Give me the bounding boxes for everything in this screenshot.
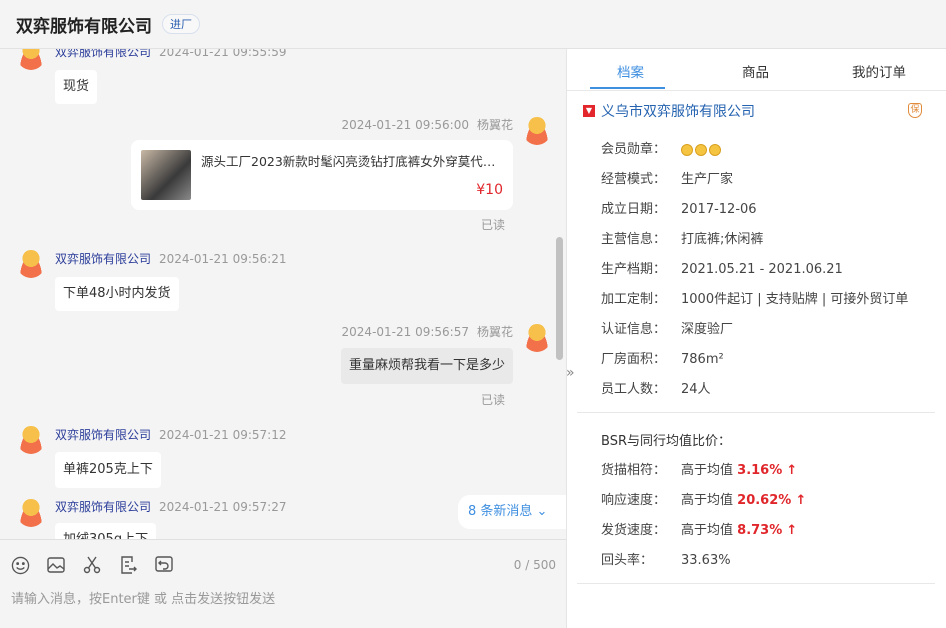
row-label: 生产档期： xyxy=(601,262,667,277)
product-thumbnail xyxy=(141,150,191,200)
message-bubble: 现货 xyxy=(55,70,98,104)
row-value: 打底裤;休闲裤 xyxy=(681,232,764,247)
company-link[interactable]: ▼ 义乌市双弈服饰有限公司 xyxy=(583,101,755,121)
message-bubble: 下单48小时内发货 xyxy=(55,277,179,311)
row-value: 2017-12-06 xyxy=(681,202,757,217)
bsr-value: 8.73% xyxy=(737,523,783,538)
message-meta: 2024-01-21 09:56:00 杨翼花 xyxy=(341,118,513,132)
row-value: 高于均值 xyxy=(681,493,734,508)
message-meta: 2024-01-21 09:56:57 杨翼花 xyxy=(341,325,513,339)
message-input[interactable]: 请输入消息，按Enter键 或 点击发送按钮发送 xyxy=(11,588,275,607)
chevron-down-icon: ⌄ xyxy=(536,504,548,519)
row-label: 响应速度： xyxy=(601,493,667,508)
factory-badge[interactable]: 进厂 xyxy=(162,14,200,34)
row-label: 货描相符： xyxy=(601,463,667,478)
row-value: 33.63% xyxy=(681,553,731,568)
char-counter: 0 / 500 xyxy=(513,558,556,572)
row-label: 厂房面积： xyxy=(601,352,667,367)
row-value: 2021.05.21 - 2021.06.21 xyxy=(681,262,843,277)
tab-profile[interactable]: 档案 xyxy=(617,61,644,81)
member-medals-icon xyxy=(681,142,723,157)
avatar xyxy=(17,426,45,454)
row-label: 加工定制： xyxy=(601,292,667,307)
row-label: 发货速度： xyxy=(601,523,667,538)
divider xyxy=(577,412,935,413)
input-area: 0 / 500 请输入消息，按Enter键 或 点击发送按钮发送 xyxy=(0,539,566,628)
document-icon[interactable] xyxy=(118,555,138,575)
avatar xyxy=(17,250,45,278)
avatar xyxy=(17,49,45,70)
row-label: 主营信息： xyxy=(601,232,667,247)
guarantee-icon[interactable]: 保 xyxy=(908,103,922,118)
row-label: 回头率： xyxy=(601,553,654,568)
arrow-up-icon: ↑ xyxy=(786,463,798,478)
new-messages-button[interactable]: 8 条新消息 ⌄ xyxy=(458,495,566,529)
row-value: 高于均值 xyxy=(681,463,734,478)
row-label: 认证信息： xyxy=(601,322,667,337)
message-meta: 双弈服饰有限公司 2024-01-21 09:57:12 xyxy=(55,428,287,442)
message-list[interactable]: 双弈服饰有限公司 2024-01-21 09:55:59 现货 2024-01-2… xyxy=(0,49,566,539)
read-status: 已读 xyxy=(481,218,506,232)
row-value: 生产厂家 xyxy=(681,172,734,187)
row-value: 24人 xyxy=(681,382,711,397)
image-icon[interactable] xyxy=(46,555,66,575)
row-label: 员工人数： xyxy=(601,382,667,397)
divider xyxy=(577,583,935,584)
avatar xyxy=(523,117,551,145)
tab-my-orders[interactable]: 我的订单 xyxy=(852,61,906,81)
chat-scrollbar[interactable] xyxy=(556,237,563,360)
product-price: ¥10 xyxy=(476,182,503,198)
message-bubble: 重量麻烦帮我看一下是多少 xyxy=(340,348,513,384)
product-title: 源头工厂2023新款时髦闪亮烫钻打底裤女外穿莫代尔打... xyxy=(201,154,506,169)
row-value: 高于均值 xyxy=(681,523,734,538)
read-status: 已读 xyxy=(481,393,506,407)
row-label: 会员勋章： xyxy=(601,142,667,157)
arrow-up-icon: ↑ xyxy=(795,493,807,508)
company-logo-icon: ▼ xyxy=(583,105,595,117)
row-value: 深度验厂 xyxy=(681,322,734,337)
collapse-panel-icon[interactable]: » xyxy=(566,365,578,385)
bsr-title: BSR与同行均值比价： xyxy=(601,434,731,449)
message-meta: 双弈服饰有限公司 2024-01-21 09:56:21 xyxy=(55,252,287,266)
bsr-value: 3.16% xyxy=(737,463,783,478)
chat-title: 双弈服饰有限公司 xyxy=(16,16,152,37)
message-bubble: 加绒305g上下 xyxy=(55,523,157,539)
avatar xyxy=(523,324,551,352)
emoji-icon[interactable] xyxy=(10,555,30,575)
message-meta: 双弈服饰有限公司 2024-01-21 09:57:27 xyxy=(55,500,287,514)
avatar xyxy=(17,499,45,527)
arrow-up-icon: ↑ xyxy=(786,523,798,538)
recall-icon[interactable] xyxy=(154,555,174,575)
message-bubble: 单裤205克上下 xyxy=(55,452,161,488)
message-meta: 双弈服饰有限公司 2024-01-21 09:55:59 xyxy=(55,49,287,59)
chat-header: 双弈服饰有限公司 进厂 xyxy=(0,0,946,49)
bsr-value: 20.62% xyxy=(737,493,792,508)
tab-products[interactable]: 商品 xyxy=(742,61,769,81)
product-card[interactable]: 源头工厂2023新款时髦闪亮烫钻打底裤女外穿莫代尔打... ¥10 xyxy=(131,140,513,210)
row-value: 1000件起订 | 支持贴牌 | 可接外贸订单 xyxy=(681,292,909,307)
row-value: 786m² xyxy=(681,352,724,367)
row-label: 成立日期： xyxy=(601,202,667,217)
row-label: 经营模式： xyxy=(601,172,667,187)
active-tab-indicator xyxy=(590,87,665,89)
profile-panel: 档案 商品 我的订单 ▼ 义乌市双弈服饰有限公司 保 会员勋章： 经营模式： 生产厂… xyxy=(566,49,946,628)
scissors-icon[interactable] xyxy=(82,555,102,575)
